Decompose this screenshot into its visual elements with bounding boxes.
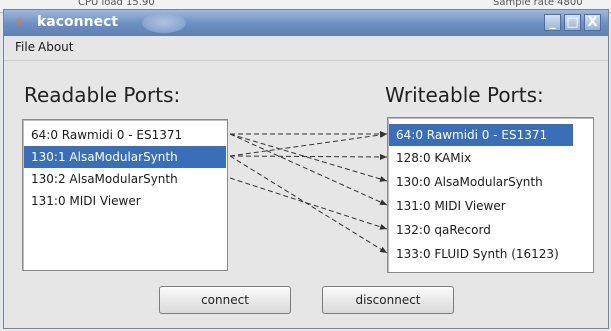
disconnect-button[interactable]: disconnect [322, 286, 454, 314]
connection-line [229, 177, 388, 230]
connect-button[interactable]: connect [159, 286, 291, 314]
connection-line [229, 153, 388, 160]
connection-lines [229, 131, 388, 254]
kaconnect-window: ✶ kaconnect _ □ X File About Readable Po… [3, 9, 609, 329]
connection-line [229, 155, 388, 254]
cpu-load-text: CPU load 15.90 [78, 0, 155, 8]
sample-rate-text: Sample rate 4800 [493, 0, 583, 8]
connection-line [229, 133, 388, 206]
connection-line [229, 133, 388, 182]
